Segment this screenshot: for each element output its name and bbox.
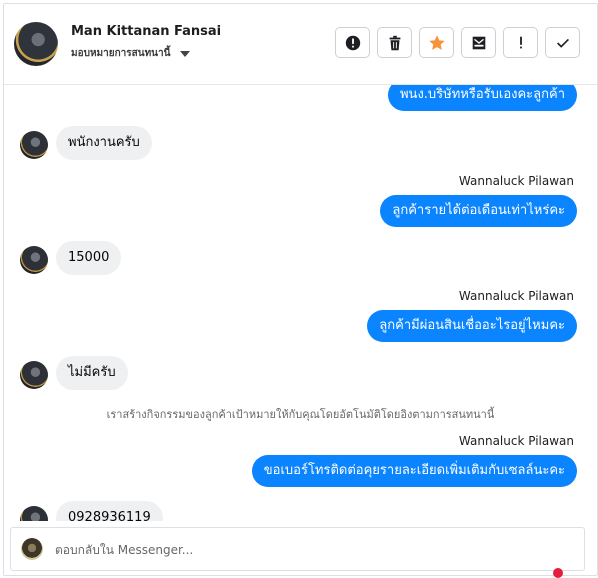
caret-down-icon: [180, 50, 191, 57]
message-outgoing[interactable]: ลูกค้ารายได้ต่อเดือนเท่าไหร่คะ: [380, 195, 577, 227]
sender-name: Wannaluck Pilawan: [458, 289, 574, 303]
assign-label: มอบหมายการสนทนานี้: [71, 48, 171, 59]
trash-icon: [389, 35, 400, 50]
contact-avatar-small: [20, 246, 48, 274]
message-outgoing[interactable]: พนง.บริษัทหรือรับเองคะลูกค้า: [387, 85, 577, 111]
star-button[interactable]: [419, 27, 454, 58]
delete-button[interactable]: [377, 27, 412, 58]
exclamation-icon: [519, 36, 522, 48]
contact-avatar[interactable]: [14, 22, 58, 66]
info-button[interactable]: [335, 27, 370, 58]
report-button[interactable]: [503, 27, 538, 58]
star-icon: [428, 34, 445, 50]
message-incoming[interactable]: 0928936119: [56, 501, 163, 521]
reply-composer[interactable]: ตอบกลับใน Messenger...: [10, 527, 585, 571]
conversation-toolbar: [335, 27, 580, 58]
system-notice: เราสร้างกิจกรรมของลูกค้าเป้าหมายให้กับคุ…: [106, 408, 495, 421]
reply-input-placeholder[interactable]: ตอบกลับใน Messenger...: [55, 541, 193, 560]
page-avatar: [21, 538, 43, 560]
mark-done-button[interactable]: [545, 27, 580, 58]
contact-avatar-small: [20, 131, 48, 159]
conversation-header: Man Kittanan Fansai มอบหมายการสนทนานี้: [4, 4, 597, 85]
message-outgoing[interactable]: ขอเบอร์โทรติดต่อคุยรายละเอียดเพิ่มเติมกั…: [251, 455, 577, 487]
contact-avatar-small: [20, 506, 48, 521]
check-icon: [556, 38, 569, 48]
conversation-panel: Man Kittanan Fansai มอบหมายการสนทนานี้ พ…: [3, 3, 598, 576]
message-incoming[interactable]: 15000: [56, 241, 122, 275]
assign-conversation-dropdown[interactable]: มอบหมายการสนทนานี้: [71, 46, 191, 61]
message-incoming[interactable]: ไม่มีครับ: [56, 356, 128, 390]
mark-unread-button[interactable]: [461, 27, 496, 58]
mail-icon: [472, 36, 485, 49]
message-outgoing[interactable]: ลูกค้ามีผ่อนสินเชื่ออะไรอยู่ไหมคะ: [367, 310, 577, 342]
sender-name: Wannaluck Pilawan: [458, 434, 574, 448]
contact-name[interactable]: Man Kittanan Fansai: [71, 24, 221, 39]
message-thread[interactable]: พนง.บริษัทหรือรับเองคะลูกค้า พนักงานครับ…: [4, 85, 597, 521]
contact-avatar-small: [20, 361, 48, 389]
sender-name: Wannaluck Pilawan: [458, 174, 574, 188]
message-incoming[interactable]: พนักงานครับ: [56, 126, 152, 160]
info-circle-icon: [345, 35, 360, 50]
notification-dot: [553, 568, 563, 578]
